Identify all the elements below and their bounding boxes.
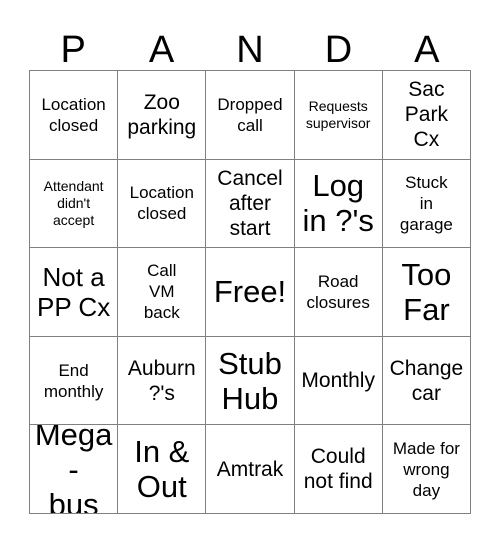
bingo-cell-label: Auburn ?'s — [127, 356, 196, 405]
bingo-cell[interactable]: Not a PP Cx — [30, 248, 119, 337]
bingo-header-letters: PANDA — [29, 18, 471, 70]
bingo-cell[interactable]: Mega- bus — [30, 425, 119, 514]
bingo-cell-label: Amtrak — [216, 457, 284, 481]
bingo-cell-label: Too Far — [401, 256, 452, 327]
bingo-cell[interactable]: Stuck in garage — [382, 159, 471, 249]
bingo-cell-label: Sac Park Cx — [404, 78, 448, 152]
bingo-cell-label: Dropped call — [217, 94, 283, 135]
bingo-cell-label: Monthly — [301, 369, 375, 393]
bingo-cell[interactable]: Too Far — [382, 248, 471, 337]
bingo-cell[interactable]: Cancel after start — [206, 159, 295, 249]
bingo-cell[interactable]: Location closed — [30, 71, 119, 160]
bingo-cell-label: Could not find — [303, 445, 373, 494]
bingo-cell[interactable]: Stub Hub — [206, 336, 295, 426]
bingo-header-letter: A — [414, 29, 440, 71]
bingo-cell[interactable]: Monthly — [294, 336, 383, 426]
bingo-cell[interactable]: Amtrak — [206, 425, 295, 514]
bingo-cell[interactable]: Change car — [382, 336, 471, 426]
bingo-cell[interactable]: Log in ?'s — [294, 159, 383, 249]
bingo-cell-label: Log in ?'s — [302, 168, 374, 239]
bingo-cell-label: Stub Hub — [218, 345, 282, 416]
bingo-header-letter: P — [60, 29, 86, 71]
bingo-header-letter: D — [324, 29, 353, 71]
bingo-cell[interactable]: Requests supervisor — [294, 71, 383, 160]
bingo-free-space[interactable]: Free! — [206, 248, 295, 337]
bingo-cell-label: In & Out — [134, 434, 190, 505]
bingo-cell[interactable]: In & Out — [118, 425, 207, 514]
bingo-cell[interactable]: Auburn ?'s — [118, 336, 207, 426]
bingo-cell-label: Cancel after start — [217, 166, 283, 240]
bingo-cell-label: End monthly — [43, 360, 104, 401]
bingo-header-letter: N — [236, 29, 264, 71]
bingo-cell-label: Mega- bus — [34, 425, 113, 514]
bingo-grid: Location closed Zoo parking Dropped call Re… — [29, 70, 471, 514]
bingo-cell[interactable]: Zoo parking — [118, 71, 207, 160]
bingo-cell-label: Attendant didn't accept — [43, 177, 104, 228]
bingo-cell[interactable]: Attendant didn't accept — [30, 159, 119, 249]
bingo-card: P A N D A Location closed Zoo parking Dropped … — [0, 0, 500, 544]
bingo-cell[interactable]: Could not find — [294, 425, 383, 514]
bingo-cell-label: Location closed — [129, 183, 194, 224]
bingo-cell[interactable]: Call VM back — [118, 248, 207, 337]
bingo-cell[interactable]: End monthly — [30, 336, 119, 426]
bingo-header-letter: A — [148, 29, 175, 71]
bingo-cell-label: Made for wrong day — [392, 438, 460, 500]
bingo-cell[interactable]: Location closed — [118, 159, 207, 249]
bingo-cell-label: Road closures — [306, 271, 370, 312]
bingo-cell-label: Stuck in garage — [399, 172, 453, 234]
bingo-cell[interactable]: Dropped call — [206, 71, 295, 160]
bingo-cell[interactable]: Road closures — [294, 248, 383, 337]
bingo-cell-label: Requests supervisor — [305, 97, 371, 131]
bingo-cell-label: Free! — [213, 274, 287, 310]
bingo-cell[interactable]: Sac Park Cx — [382, 71, 471, 160]
bingo-cell-label: Call VM back — [143, 261, 180, 323]
bingo-cell-label: Location closed — [41, 94, 106, 135]
bingo-cell-label: Zoo parking — [127, 90, 197, 139]
bingo-cell[interactable]: Made for wrong day — [382, 425, 471, 514]
bingo-cell-label: Not a PP Cx — [36, 261, 111, 322]
bingo-cell-label: Change car — [389, 356, 464, 405]
